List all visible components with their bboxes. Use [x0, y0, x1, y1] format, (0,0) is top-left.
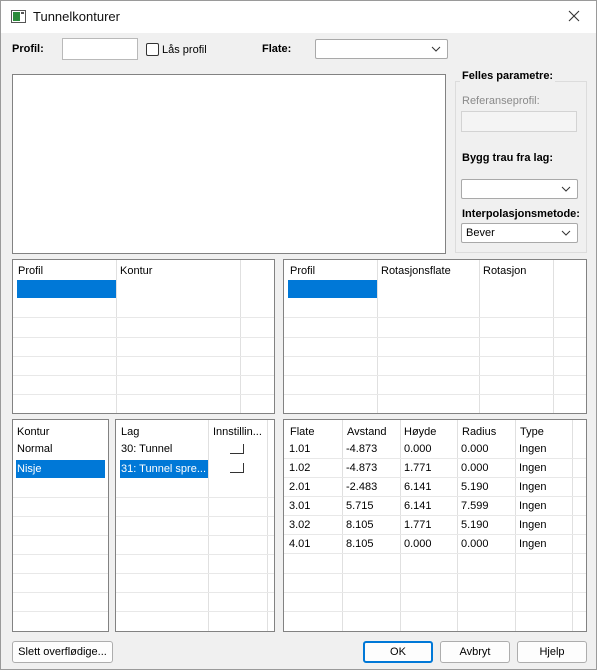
- table-cell[interactable]: -4.873: [346, 462, 377, 474]
- table-cell[interactable]: Ingen: [519, 519, 547, 531]
- table-cell[interactable]: 1.02: [289, 462, 310, 474]
- table-cell[interactable]: -4.873: [346, 443, 377, 455]
- profil-rotasjon-table[interactable]: Profil Rotasjonsflate Rotasjon: [283, 259, 587, 414]
- interpolasjonsmetode-dropdown[interactable]: Bever: [461, 223, 578, 243]
- interpolasjonsmetode-label: Interpolasjonsmetode:: [462, 208, 580, 220]
- hjelp-button[interactable]: Hjelp: [517, 641, 587, 663]
- las-profil-label: Lås profil: [162, 44, 207, 56]
- column-header[interactable]: Lag: [121, 426, 139, 438]
- table-row-selected[interactable]: [17, 280, 116, 298]
- avbryt-button[interactable]: Avbryt: [440, 641, 510, 663]
- referanseprofil-input[interactable]: [461, 111, 577, 132]
- felles-parametre-title: Felles parametre:: [460, 70, 556, 82]
- chevron-down-icon: [431, 46, 441, 52]
- table-cell[interactable]: 8.105: [346, 519, 374, 531]
- table-cell[interactable]: 5.190: [461, 481, 489, 493]
- profil-input[interactable]: [62, 38, 138, 60]
- table-cell[interactable]: 31: Tunnel spre...: [121, 463, 207, 475]
- column-header[interactable]: Type: [520, 426, 544, 438]
- table-cell[interactable]: Ingen: [519, 481, 547, 493]
- table-cell[interactable]: -2.483: [346, 481, 377, 493]
- table-cell[interactable]: 8.105: [346, 538, 374, 550]
- table-cell[interactable]: 0.000: [461, 462, 489, 474]
- column-header[interactable]: Avstand: [347, 426, 387, 438]
- innstilling-checkbox[interactable]: [230, 463, 244, 473]
- column-header[interactable]: Profil: [290, 265, 315, 277]
- table-cell[interactable]: 6.141: [404, 500, 432, 512]
- close-icon: [568, 10, 580, 22]
- profil-label: Profil:: [12, 43, 44, 55]
- table-cell[interactable]: 0.000: [404, 538, 432, 550]
- flate-dropdown[interactable]: [315, 39, 448, 59]
- column-header[interactable]: Rotasjonsflate: [381, 265, 451, 277]
- slett-overflodige-button[interactable]: Slett overflødige...: [12, 641, 113, 663]
- table-cell[interactable]: 2.01: [289, 481, 310, 493]
- referanseprofil-label: Referanseprofil:: [462, 95, 540, 107]
- innstilling-checkbox[interactable]: [230, 444, 244, 454]
- table-cell[interactable]: 4.01: [289, 538, 310, 550]
- table-cell[interactable]: 7.599: [461, 500, 489, 512]
- table-cell[interactable]: 1.771: [404, 462, 432, 474]
- column-header[interactable]: Flate: [290, 426, 314, 438]
- table-cell[interactable]: 1.771: [404, 519, 432, 531]
- column-header[interactable]: Innstillin...: [213, 426, 262, 438]
- flate-table[interactable]: Flate Avstand Høyde Radius Type 1.01 -4.…: [283, 419, 587, 632]
- window-title: Tunnelkonturer: [33, 9, 120, 24]
- column-header[interactable]: Profil: [18, 265, 43, 277]
- kontur-list[interactable]: Kontur Normal Nisje: [12, 419, 109, 632]
- ok-button[interactable]: OK: [363, 641, 433, 663]
- table-row-selected[interactable]: [288, 280, 377, 298]
- table-cell[interactable]: 0.000: [404, 443, 432, 455]
- app-window-icon: [11, 10, 26, 23]
- table-cell[interactable]: Ingen: [519, 462, 547, 474]
- list-item[interactable]: Normal: [17, 443, 52, 455]
- column-header[interactable]: Høyde: [404, 426, 436, 438]
- table-cell[interactable]: 6.141: [404, 481, 432, 493]
- column-header[interactable]: Kontur: [120, 265, 152, 277]
- table-cell[interactable]: Ingen: [519, 538, 547, 550]
- table-cell[interactable]: Ingen: [519, 500, 547, 512]
- table-cell[interactable]: 30: Tunnel: [121, 443, 172, 455]
- column-header[interactable]: Kontur: [17, 426, 49, 438]
- lag-table[interactable]: Lag Innstillin... 30: Tunnel 31: Tunnel …: [115, 419, 275, 632]
- column-header[interactable]: Rotasjon: [483, 265, 526, 277]
- flate-label: Flate:: [262, 43, 292, 55]
- close-button[interactable]: [552, 1, 596, 31]
- bygg-trau-dropdown[interactable]: [461, 179, 578, 199]
- las-profil-checkbox[interactable]: [146, 43, 159, 56]
- table-cell[interactable]: 0.000: [461, 538, 489, 550]
- table-cell[interactable]: 3.01: [289, 500, 310, 512]
- chevron-down-icon: [561, 230, 571, 236]
- bygg-trau-label: Bygg trau fra lag:: [462, 152, 554, 164]
- table-cell[interactable]: Ingen: [519, 443, 547, 455]
- list-item[interactable]: Nisje: [17, 463, 41, 475]
- table-cell[interactable]: 5.190: [461, 519, 489, 531]
- title-bar[interactable]: Tunnelkonturer: [1, 1, 596, 33]
- table-cell[interactable]: 1.01: [289, 443, 310, 455]
- profile-drawing-area[interactable]: [12, 74, 446, 254]
- table-cell[interactable]: 5.715: [346, 500, 374, 512]
- chevron-down-icon: [561, 186, 571, 192]
- column-header[interactable]: Radius: [462, 426, 496, 438]
- table-cell[interactable]: 3.02: [289, 519, 310, 531]
- profil-kontur-table[interactable]: Profil Kontur: [12, 259, 275, 414]
- tunnelkonturer-dialog: Tunnelkonturer Profil: Lås profil Flate:…: [0, 0, 597, 670]
- table-cell[interactable]: 0.000: [461, 443, 489, 455]
